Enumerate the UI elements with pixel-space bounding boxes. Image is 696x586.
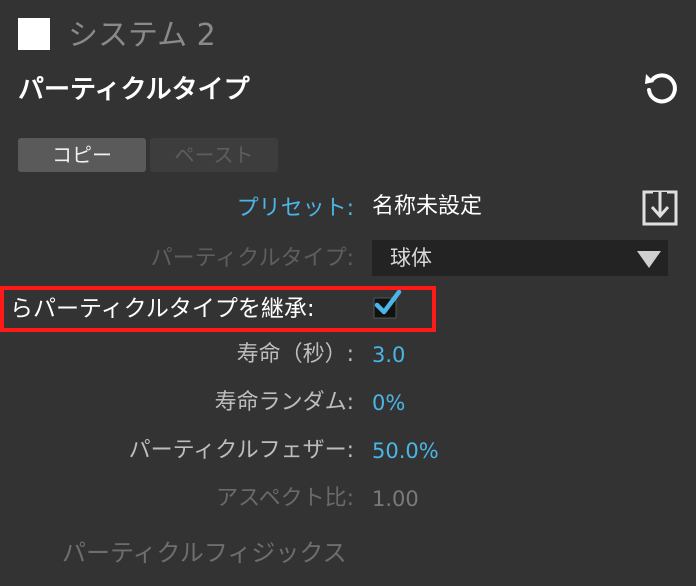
section-title: パーティクルタイプ [18,75,250,105]
lifespan-value[interactable]: 3.0 [372,338,405,372]
particle-type-label: パーティクルタイプ: [150,246,354,271]
aspect-ratio-label: アスペクト比: [216,486,354,511]
reset-icon[interactable] [640,66,684,110]
preset-value[interactable]: 名称未設定 [372,190,482,224]
save-preset-icon[interactable] [640,188,680,228]
dropdown-arrow-icon [637,251,661,268]
aspect-ratio-value[interactable]: 1.00 [372,482,419,516]
lifespan-label: 寿命（秒）: [236,342,354,367]
particle-feather-value[interactable]: 50.0% [372,434,439,468]
system-title: システム 2 [68,18,216,53]
inherit-particle-type-label: らパーティクルタイプを継承: [10,296,315,322]
paste-button[interactable]: ペースト [150,138,278,172]
lifespan-random-label: 寿命ランダム: [214,390,354,415]
particle-type-select[interactable]: 球体 [372,240,668,276]
system-color-swatch[interactable] [18,18,50,50]
particle-physics-section-title[interactable]: パーティクルフィジックス [62,536,347,570]
particle-type-selected: 球体 [390,246,432,270]
lifespan-random-value[interactable]: 0% [372,386,405,420]
inherit-particle-type-checkbox[interactable] [372,290,402,320]
particle-feather-label: パーティクルフェザー: [128,438,354,463]
copy-button[interactable]: コピー [18,138,146,172]
preset-label: プリセット: [236,196,354,221]
